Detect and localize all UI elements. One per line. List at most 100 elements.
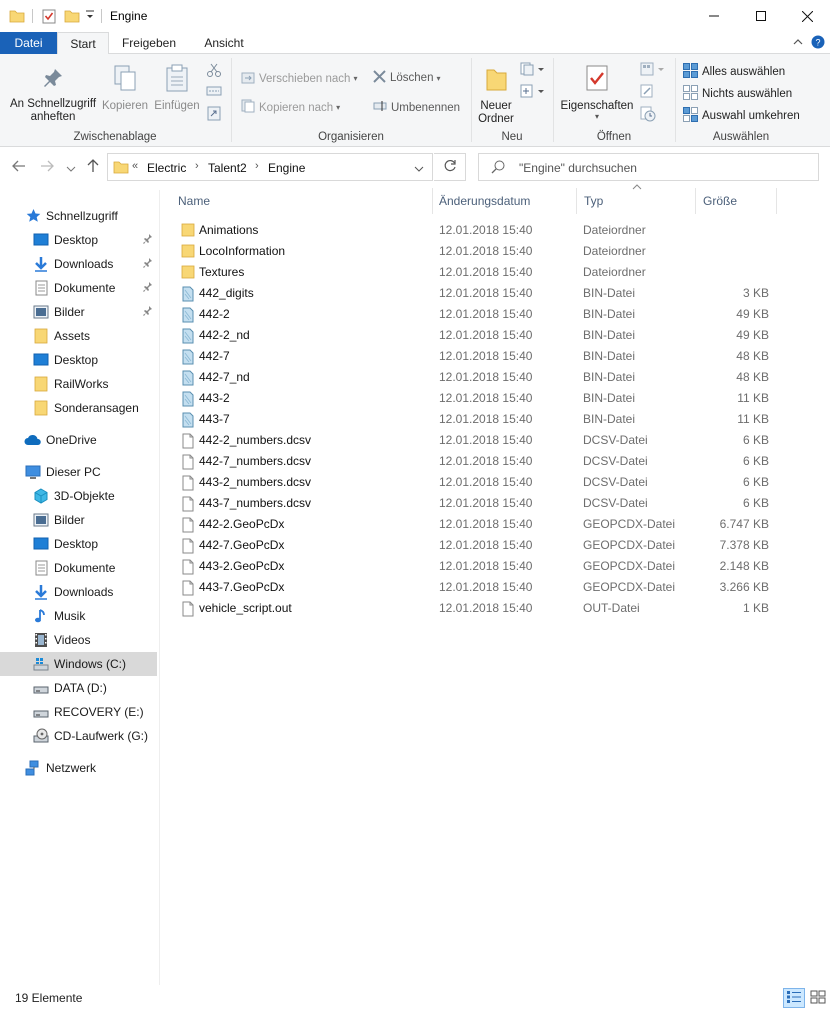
file-row[interactable]: Animations 12.01.2018 15:40 Dateiordner [178, 220, 778, 241]
address-history-chevron-icon[interactable] [414, 163, 424, 177]
edit-icon[interactable] [640, 84, 654, 101]
paste-button[interactable]: Einfügen [151, 64, 203, 113]
file-row[interactable]: 442-7.GeoPcDx 12.01.2018 15:40 GEOPCDX-Dat… [178, 535, 778, 556]
breadcrumb-overflow[interactable]: « [132, 160, 138, 172]
breadcrumb-separator-icon[interactable]: › [195, 160, 199, 172]
select-none-button[interactable]: Nichts auswählen [683, 85, 792, 103]
maximize-button[interactable] [738, 0, 784, 32]
copy-path-icon[interactable] [206, 85, 222, 100]
collapse-ribbon-icon[interactable] [792, 36, 804, 51]
nav-pc-drive-e[interactable]: RECOVERY (E:) [0, 700, 157, 724]
nav-onedrive[interactable]: OneDrive [0, 428, 157, 452]
tab-file[interactable]: Datei [0, 32, 57, 54]
file-date: 12.01.2018 15:40 [439, 496, 533, 510]
nav-pc-drive-c[interactable]: Windows (C:) [0, 652, 157, 676]
properties-quick-icon[interactable] [41, 8, 57, 27]
file-size: 1 KB [742, 601, 769, 615]
file-row[interactable]: 442-2_numbers.dcsv 12.01.2018 15:40 DCSV-D… [178, 430, 778, 451]
forward-arrow-icon[interactable] [40, 159, 54, 176]
nav-pc-documents[interactable]: Dokumente [0, 556, 157, 580]
file-type: BIN-Datei [583, 328, 636, 342]
file-row[interactable]: LocoInformation 12.01.2018 15:40 Dateiordn… [178, 241, 778, 262]
new-folder-quick-icon[interactable] [64, 8, 80, 27]
refresh-button[interactable] [434, 153, 466, 181]
back-arrow-icon[interactable] [12, 159, 26, 176]
file-row[interactable]: 443-2.GeoPcDx 12.01.2018 15:40 GEOPCDX-Dat… [178, 556, 778, 577]
file-row[interactable]: 442_digits 12.01.2018 15:40 BIN-Datei 3 KB [178, 283, 778, 304]
new-folder-icon [474, 64, 518, 96]
music-note-icon [33, 608, 49, 627]
address-bar[interactable]: « Electric › Talent2 › Engine [107, 153, 433, 181]
nav-pc-music[interactable]: Musik [0, 604, 157, 628]
new-item-icon[interactable] [520, 62, 546, 79]
file-row[interactable]: 442-7_nd 12.01.2018 15:40 BIN-Datei 48 KB [178, 367, 778, 388]
file-row[interactable]: 442-2 12.01.2018 15:40 BIN-Datei 49 KB [178, 304, 778, 325]
search-input[interactable]: "Engine" durchsuchen [478, 153, 819, 181]
nav-network[interactable]: Netzwerk [0, 756, 157, 780]
file-row[interactable]: 442-7_numbers.dcsv 12.01.2018 15:40 DCSV-D… [178, 451, 778, 472]
close-button[interactable] [784, 0, 830, 32]
file-row[interactable]: 443-2 12.01.2018 15:40 BIN-Datei 11 KB [178, 388, 778, 409]
nav-this-pc[interactable]: Dieser PC [0, 460, 157, 484]
minimize-button[interactable] [691, 0, 737, 32]
column-header-name[interactable]: Name [178, 186, 210, 216]
nav-quick-access[interactable]: Schnellzugriff [0, 204, 157, 228]
breadcrumb-engine[interactable]: Engine [268, 161, 305, 175]
nav-pc-pictures[interactable]: Bilder [0, 508, 157, 532]
nav-quick-sonderansagen[interactable]: Sonderansagen [0, 396, 157, 420]
nav-quick-pictures[interactable]: Bilder [0, 300, 157, 324]
new-folder-button[interactable]: Neuer Ordner [474, 64, 518, 126]
tab-share[interactable]: Freigeben [113, 32, 185, 54]
file-row[interactable]: 442-2_nd 12.01.2018 15:40 BIN-Datei 49 KB [178, 325, 778, 346]
up-arrow-icon[interactable] [86, 159, 100, 176]
breadcrumb-separator-icon[interactable]: › [255, 160, 259, 172]
properties-button[interactable]: Eigenschaften ▾ [556, 64, 638, 121]
nav-quick-documents[interactable]: Dokumente [0, 276, 157, 300]
tab-view[interactable]: Ansicht [192, 32, 256, 54]
nav-quick-railworks[interactable]: RailWorks [0, 372, 157, 396]
breadcrumb-electric[interactable]: Electric [147, 161, 186, 175]
column-header-date[interactable]: Änderungsdatum [439, 186, 530, 216]
breadcrumb-talent2[interactable]: Talent2 [208, 161, 247, 175]
file-row[interactable]: 442-7 12.01.2018 15:40 BIN-Datei 48 KB [178, 346, 778, 367]
file-row[interactable]: vehicle_script.out 12.01.2018 15:40 OUT-Da… [178, 598, 778, 619]
file-row[interactable]: 442-2.GeoPcDx 12.01.2018 15:40 GEOPCDX-Dat… [178, 514, 778, 535]
tab-start[interactable]: Start [57, 32, 109, 55]
quick-access-toolbar-dropdown-icon[interactable] [85, 9, 95, 24]
svg-text:?: ? [815, 38, 820, 48]
invert-selection-button[interactable]: Auswahl umkehren [683, 107, 800, 125]
cut-icon[interactable] [206, 62, 222, 81]
delete-button[interactable]: Löschen ▾ [373, 70, 441, 86]
file-row[interactable]: 443-7_numbers.dcsv 12.01.2018 15:40 DCSV-D… [178, 493, 778, 514]
paste-shortcut-icon[interactable] [206, 105, 222, 124]
nav-pc-drive-g[interactable]: CD-Laufwerk (G:) [0, 724, 157, 748]
file-row[interactable]: 443-2_numbers.dcsv 12.01.2018 15:40 DCSV-D… [178, 472, 778, 493]
file-row[interactable]: 443-7.GeoPcDx 12.01.2018 15:40 GEOPCDX-Dat… [178, 577, 778, 598]
recent-locations-chevron-icon[interactable] [66, 161, 76, 177]
nav-pc-drive-d[interactable]: DATA (D:) [0, 676, 157, 700]
nav-quick-downloads[interactable]: Downloads [0, 252, 157, 276]
file-row[interactable]: 443-7 12.01.2018 15:40 BIN-Datei 11 KB [178, 409, 778, 430]
nav-pc-3d-objects[interactable]: 3D-Objekte [0, 484, 157, 508]
copy-to-button[interactable]: Kopieren nach ▾ [241, 99, 340, 116]
column-header-size[interactable]: Größe [703, 186, 737, 216]
large-icons-view-button[interactable] [807, 988, 829, 1008]
history-icon[interactable] [640, 106, 656, 125]
nav-quick-desktop-2[interactable]: Desktop [0, 348, 157, 372]
easy-access-icon[interactable] [520, 84, 546, 101]
file-row[interactable]: Textures 12.01.2018 15:40 Dateiordner [178, 262, 778, 283]
select-all-button[interactable]: Alles auswählen [683, 63, 785, 81]
copy-button[interactable]: Kopieren [101, 64, 149, 113]
column-header-type[interactable]: Typ [584, 186, 603, 216]
move-to-button[interactable]: Verschieben nach ▾ [241, 70, 357, 87]
pin-to-quick-access-button[interactable]: An Schnellzugriff anheften [6, 66, 100, 124]
nav-pc-desktop[interactable]: Desktop [0, 532, 157, 556]
rename-button[interactable]: Umbenennen [373, 99, 460, 116]
nav-quick-desktop[interactable]: Desktop [0, 228, 157, 252]
open-with-icon[interactable] [640, 62, 666, 79]
nav-pc-videos[interactable]: Videos [0, 628, 157, 652]
details-view-button[interactable] [783, 988, 805, 1008]
nav-pc-downloads[interactable]: Downloads [0, 580, 157, 604]
help-icon[interactable]: ? [811, 35, 825, 52]
nav-quick-assets[interactable]: Assets [0, 324, 157, 348]
